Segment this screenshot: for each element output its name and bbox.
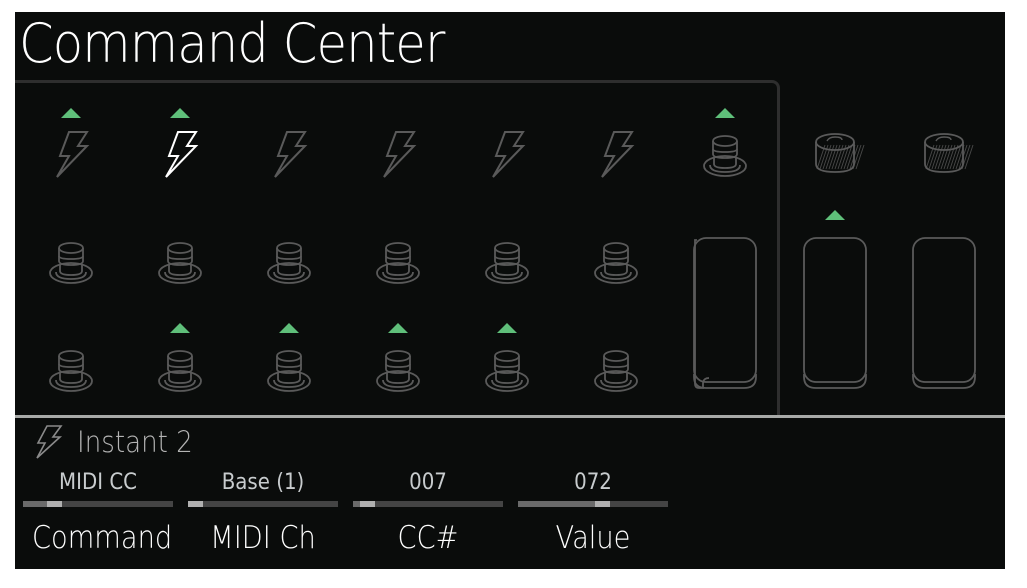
controller-3-3[interactable] (259, 340, 319, 400)
param-label: CC# (397, 520, 459, 556)
assigned-indicator-icon (279, 323, 299, 333)
param-value: Base (1) (221, 470, 305, 495)
expression-pedal-toe-switch-icon (689, 234, 761, 392)
param-cc-[interactable]: 007 (353, 470, 503, 507)
footswitch-icon (259, 340, 319, 400)
controller-3-1[interactable] (41, 340, 101, 400)
page-title: Command Center (19, 12, 445, 75)
assigned-indicator-icon (170, 323, 190, 333)
param-label: MIDI Ch (210, 520, 316, 556)
param-slider[interactable] (353, 501, 503, 507)
param-value: 007 (409, 470, 447, 495)
assigned-indicator-icon (715, 108, 735, 118)
footswitch-icon (477, 340, 537, 400)
knob-icon (805, 123, 865, 183)
param-value[interactable]: 072 (518, 470, 668, 507)
controller-2-2[interactable] (150, 232, 210, 292)
instant-lightning-icon (586, 125, 646, 185)
expression-pedal-1[interactable] (689, 234, 761, 392)
knob-icon (914, 123, 974, 183)
footswitch-icon (586, 232, 646, 292)
footswitch-icon (695, 125, 755, 185)
expression-pedal-icon (799, 234, 871, 392)
param-midi-ch[interactable]: Base (1) (188, 470, 338, 507)
param-slider-handle[interactable] (188, 501, 203, 507)
instant-lightning-icon (368, 125, 428, 185)
footswitch-icon (41, 232, 101, 292)
controller-2-1[interactable] (41, 232, 101, 292)
assigned-indicator-icon (170, 108, 190, 118)
param-slider[interactable] (518, 501, 668, 507)
selected-controller-label: Instant 2 (77, 425, 193, 459)
param-slider-fill (353, 501, 360, 507)
instant-lightning-icon (150, 125, 210, 185)
assigned-indicator-icon (497, 323, 517, 333)
controller-3-2[interactable] (150, 340, 210, 400)
controller-2-3[interactable] (259, 232, 319, 292)
footswitch-icon (368, 340, 428, 400)
param-command[interactable]: MIDI CC (23, 470, 173, 507)
controller-2-4[interactable] (368, 232, 428, 292)
knob-1[interactable] (805, 123, 865, 183)
controller-2-6[interactable] (586, 232, 646, 292)
param-slider[interactable] (188, 501, 338, 507)
controller-1-4[interactable] (368, 125, 428, 185)
footswitch-icon (477, 232, 537, 292)
expression-pedal-3[interactable] (908, 234, 980, 392)
controller-1-6[interactable] (586, 125, 646, 185)
footswitch-icon (41, 340, 101, 400)
param-slider-handle[interactable] (595, 501, 610, 507)
expression-pedal-2[interactable] (799, 234, 871, 392)
instant-lightning-icon (33, 424, 63, 460)
param-label: Value (555, 520, 631, 556)
assigned-indicator-icon (61, 108, 81, 118)
param-value: MIDI CC (59, 470, 137, 495)
param-slider[interactable] (23, 501, 173, 507)
knob-2[interactable] (914, 123, 974, 183)
instant-lightning-icon (477, 125, 537, 185)
controller-3-5[interactable] (477, 340, 537, 400)
controller-3-4[interactable] (368, 340, 428, 400)
footswitch-icon (368, 232, 428, 292)
controller-1-5[interactable] (477, 125, 537, 185)
selected-controller-info: Instant 2 (33, 422, 206, 462)
footswitch-icon (586, 340, 646, 400)
param-slider-fill (518, 501, 595, 507)
controller-3-6[interactable] (586, 340, 646, 400)
footswitch-icon (259, 232, 319, 292)
expression-pedal-icon (908, 234, 980, 392)
command-center-screen: Command Center Instant 2 MIDI CC Command… (15, 12, 1005, 569)
param-slider-fill (23, 501, 47, 507)
controller-1-2[interactable] (150, 125, 210, 185)
controller-2-5[interactable] (477, 232, 537, 292)
assigned-indicator-icon (825, 210, 845, 220)
controller-1-1[interactable] (41, 125, 101, 185)
assigned-indicator-icon (388, 323, 408, 333)
param-label: Command (32, 520, 173, 556)
instant-lightning-icon (259, 125, 319, 185)
footswitch-icon (150, 340, 210, 400)
param-value: 072 (574, 470, 612, 495)
divider (15, 415, 1005, 418)
instant-lightning-icon (41, 125, 101, 185)
controller-1-7[interactable] (695, 125, 755, 185)
param-slider-handle[interactable] (360, 501, 375, 507)
footswitch-icon (150, 232, 210, 292)
controller-1-3[interactable] (259, 125, 319, 185)
param-slider-handle[interactable] (47, 501, 62, 507)
